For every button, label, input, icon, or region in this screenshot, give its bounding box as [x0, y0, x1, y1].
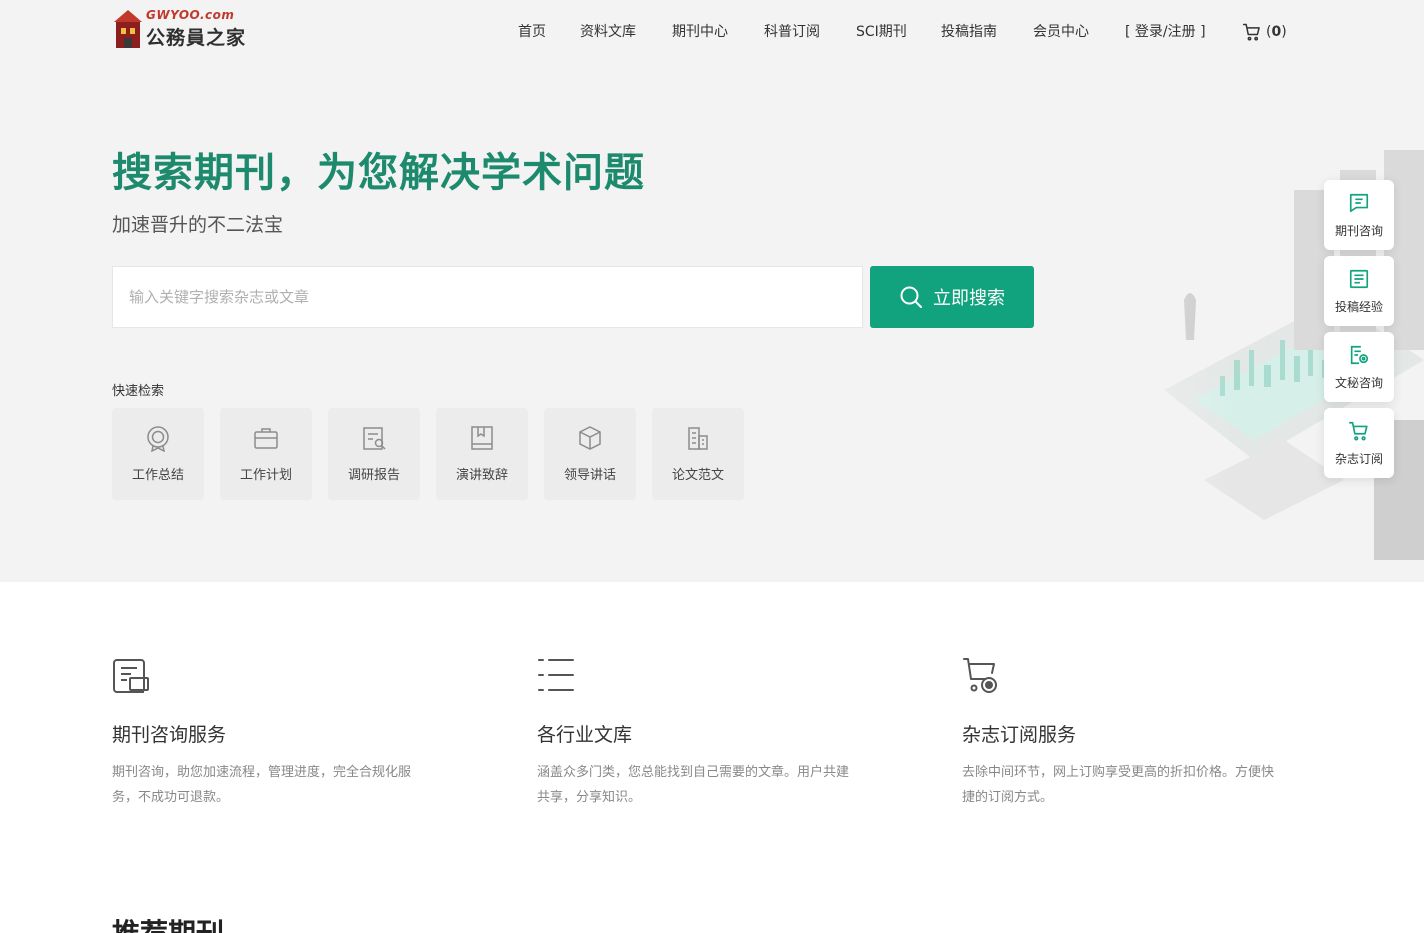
nav-submission-guide[interactable]: 投稿指南 — [941, 20, 997, 44]
cart-count: 0 — [1271, 24, 1282, 40]
quick-item-work-summary[interactable]: 工作总结 — [112, 408, 204, 500]
main-nav: 首页 资料文库 期刊中心 科普订阅 SCI期刊 投稿指南 会员中心 [ 登录/注… — [0, 20, 1424, 44]
search-icon — [900, 286, 922, 308]
search-button[interactable]: 立即搜索 — [870, 266, 1034, 328]
list-icon — [538, 659, 574, 691]
quick-item-label: 工作总结 — [131, 468, 184, 483]
quick-item-speech[interactable]: 演讲致辞 — [436, 408, 528, 500]
nav-library[interactable]: 资料文库 — [580, 20, 636, 44]
side-label: 文秘咨询 — [1334, 376, 1383, 390]
recommended-journals-title: 推荐期刊 — [112, 912, 224, 933]
quick-item-label: 领导讲话 — [563, 468, 616, 483]
side-magazine-subscription[interactable]: 杂志订阅 — [1324, 408, 1394, 478]
hero-subline: 加速晋升的不二法宝 — [112, 214, 284, 236]
feature-desc: 期刊咨询，助您加速流程，管理进度，完全合规化服务，不成功可退款。 — [112, 765, 412, 805]
quick-item-research-report[interactable]: 调研报告 — [328, 408, 420, 500]
quick-search-label: 快速检索 — [112, 384, 165, 399]
cart-icon — [963, 658, 997, 693]
nav-login-register[interactable]: [ 登录/注册 ] — [1125, 20, 1206, 44]
nav-sci-journals[interactable]: SCI期刊 — [856, 20, 907, 44]
briefcase-icon — [254, 428, 278, 449]
feature-desc: 去除中间环节，网上订购享受更高的折扣价格。方便快捷的订阅方式。 — [962, 765, 1275, 805]
quick-item-leader-speech[interactable]: 领导讲话 — [544, 408, 636, 500]
consult-icon — [113, 659, 149, 693]
quick-item-label: 论文范文 — [671, 468, 724, 483]
side-submission-experience[interactable]: 投稿经验 — [1324, 256, 1394, 326]
cart-icon — [1349, 421, 1368, 441]
nav-member-center[interactable]: 会员中心 — [1033, 20, 1089, 44]
report-icon — [363, 427, 386, 450]
cart-icon — [1242, 23, 1260, 41]
cube-icon — [579, 426, 601, 450]
feature-title: 各行业文库 — [537, 724, 633, 746]
search-button-label: 立即搜索 — [933, 288, 1005, 309]
document-icon — [1349, 269, 1369, 289]
nav-science-subscription[interactable]: 科普订阅 — [764, 20, 820, 44]
chat-icon — [1349, 193, 1369, 213]
badge-icon — [147, 426, 169, 452]
book-icon — [471, 426, 493, 450]
feature-desc: 涵盖众多门类，您总能找到自己需要的文章。用户共建共享，分享知识。 — [537, 765, 850, 805]
side-secretary-consult[interactable]: 文秘咨询 — [1324, 332, 1394, 402]
top-header: GWYOO.com 公務員之家 首页 资料文库 期刊中心 科普订阅 SCI期刊 … — [0, 0, 1424, 64]
side-label: 投稿经验 — [1334, 300, 1383, 314]
hero-headline: 搜索期刊，为您解决学术问题 — [112, 150, 645, 196]
cart-count-wrap: (0) — [1266, 24, 1287, 40]
quick-item-paper-samples[interactable]: 论文范文 — [652, 408, 744, 500]
file-settings-icon — [1350, 345, 1369, 365]
quick-item-label: 工作计划 — [239, 468, 292, 483]
quick-item-work-plan[interactable]: 工作计划 — [220, 408, 312, 500]
nav-home[interactable]: 首页 — [518, 20, 546, 44]
side-journal-consult[interactable]: 期刊咨询 — [1324, 180, 1394, 250]
side-label: 杂志订阅 — [1334, 452, 1383, 466]
quick-item-label: 调研报告 — [347, 468, 400, 483]
quick-item-label: 演讲致辞 — [455, 468, 508, 483]
feature-title: 杂志订阅服务 — [962, 724, 1077, 746]
nav-journal-center[interactable]: 期刊中心 — [672, 20, 728, 44]
cart-close-paren: ) — [1281, 24, 1287, 40]
feature-title: 期刊咨询服务 — [112, 724, 227, 746]
building-icon — [688, 427, 708, 450]
side-label: 期刊咨询 — [1334, 224, 1383, 238]
search-input[interactable] — [112, 266, 863, 328]
header-cart[interactable]: (0) — [1242, 20, 1287, 44]
